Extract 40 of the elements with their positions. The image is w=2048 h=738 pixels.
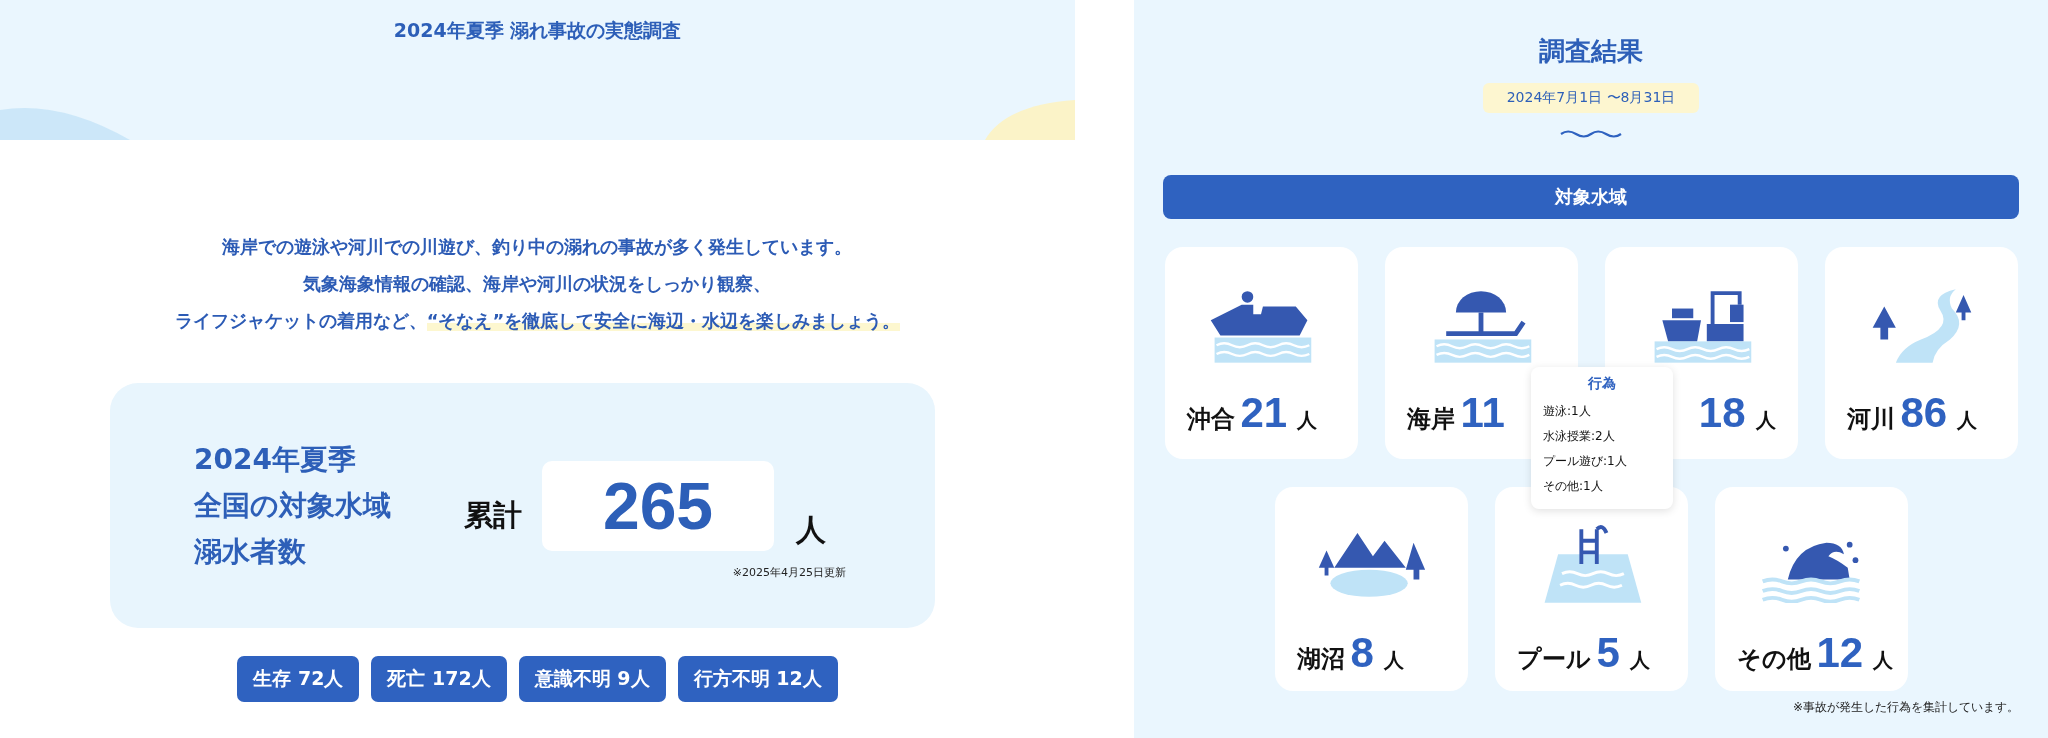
unit-label: 人	[1873, 647, 1894, 674]
period-label: 2024年7月1日 〜8月31日	[1482, 83, 1700, 113]
status-count: 生存 72人	[237, 656, 360, 702]
unit-label: 人	[1957, 407, 1978, 434]
stats-label: 2024年夏季 全国の対象水域 溺水者数	[194, 441, 392, 570]
area-name: その他	[1736, 644, 1811, 675]
total-count: 265	[542, 461, 774, 551]
results-title: 調査結果	[1539, 35, 1643, 68]
total-label: 累計	[464, 496, 522, 534]
area-count: 8	[1350, 629, 1374, 677]
footnote: ※事故が発生した行為を集計しています。	[1792, 699, 2019, 716]
tooltip-item: 水泳授業:2人	[1543, 428, 1616, 445]
tooltip-title: 行為	[1587, 375, 1617, 393]
unit-label: 人	[1383, 647, 1404, 674]
area-count: 21	[1240, 389, 1288, 437]
area-name: 海岸	[1406, 404, 1455, 435]
area-count: 86	[1900, 389, 1948, 437]
unit-label: 人	[796, 511, 826, 549]
unit-label: 人	[1629, 647, 1650, 674]
tooltip-item: プール遊び:1人	[1543, 453, 1628, 470]
area-name: 湖沼	[1296, 644, 1345, 675]
status-count: 死亡 172人	[371, 656, 507, 702]
status-count: 行方不明 12人	[677, 656, 838, 702]
area-count: 12	[1816, 629, 1864, 677]
area-count: 11	[1460, 389, 1505, 437]
update-note: ※2025年4月25日更新	[732, 565, 846, 580]
tooltip-item: その他:1人	[1543, 478, 1604, 495]
unit-label: 人	[1297, 407, 1318, 434]
unit-label: 人	[1755, 407, 1776, 434]
status-count: 意識不明 9人	[518, 656, 666, 702]
tooltip-item: 遊泳:1人	[1543, 403, 1592, 420]
area-count: 18	[1698, 389, 1746, 437]
area-name: 河川	[1846, 404, 1895, 435]
area-count: 5	[1596, 629, 1620, 677]
section-header: 対象水域	[1163, 175, 2019, 219]
page-title: 2024年夏季 溺れ事故の実態調査	[393, 18, 682, 43]
area-name: 沖合	[1186, 404, 1235, 435]
wave-divider-icon	[1560, 129, 1622, 139]
intro-text: 海岸での遊泳や河川での川遊び、釣り中の溺れの事故が多く発生しています。 気象海象情報の確認、海岸や河川の状況をしっかり観察、 ライフジャケットの着用など、“そなえ”を徹底して安全に海辺・水辺を楽しみましょう。	[174, 235, 901, 333]
area-name: プール	[1516, 644, 1591, 675]
